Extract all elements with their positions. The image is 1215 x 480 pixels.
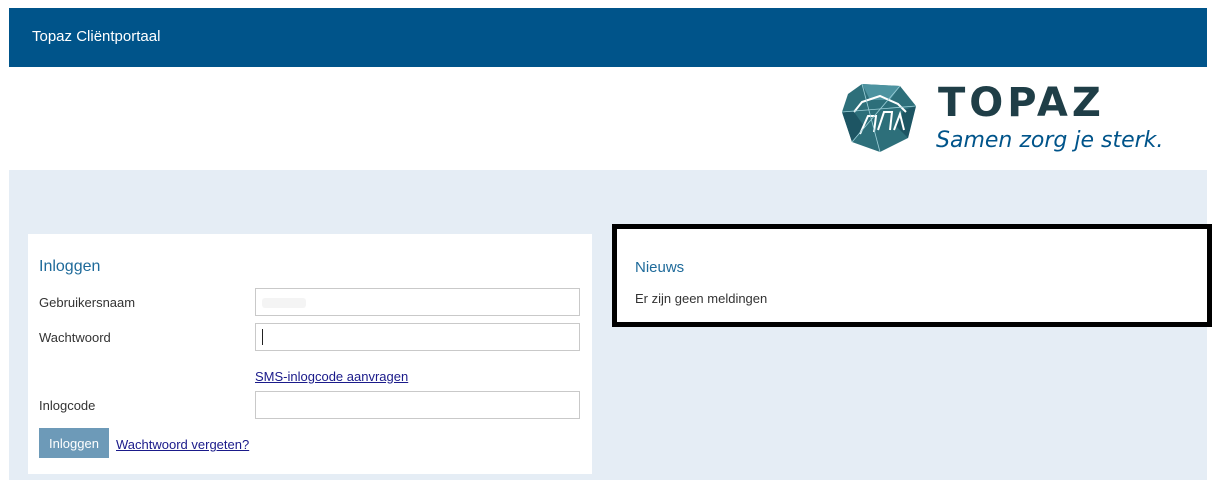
topaz-diamond-logo-icon xyxy=(841,83,917,153)
forgot-password-link[interactable]: Wachtwoord vergeten? xyxy=(116,437,249,452)
username-field[interactable] xyxy=(255,288,580,316)
news-panel: Nieuws Er zijn geen meldingen xyxy=(612,224,1212,327)
top-navbar: Topaz Cliëntportaal xyxy=(9,8,1207,67)
password-field[interactable] xyxy=(255,323,580,351)
login-panel: Inloggen Gebruikersnaam Wachtwoord SMS-i… xyxy=(28,234,592,474)
username-label: Gebruikersnaam xyxy=(39,295,136,310)
text-cursor xyxy=(262,329,263,345)
brand-slogan: Samen zorg je sterk. xyxy=(936,128,1164,153)
login-code-label: Inlogcode xyxy=(39,398,96,413)
app-title: Topaz Cliëntportaal xyxy=(32,28,161,45)
news-message: Er zijn geen meldingen xyxy=(635,291,768,306)
login-code-field[interactable] xyxy=(255,391,580,419)
brand-logo: TOPAZ Samen zorg je sterk. xyxy=(840,80,1200,162)
login-heading: Inloggen xyxy=(39,258,101,275)
news-heading: Nieuws xyxy=(635,259,685,276)
password-label: Wachtwoord xyxy=(39,330,111,345)
brand-name: TOPAZ xyxy=(938,80,1105,126)
sms-code-request-link[interactable]: SMS-inlogcode aanvragen xyxy=(255,369,408,384)
username-value xyxy=(262,298,306,308)
login-button[interactable]: Inloggen xyxy=(39,428,109,458)
